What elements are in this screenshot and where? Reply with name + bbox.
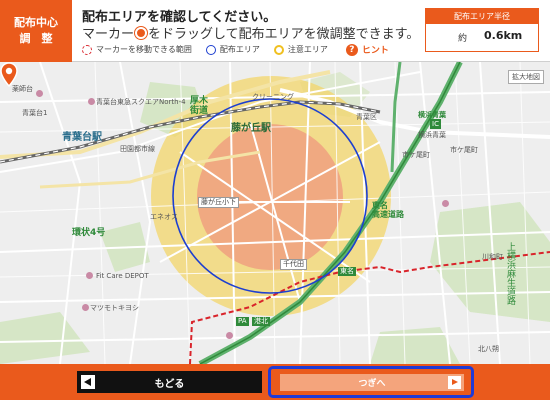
pa-badge: PA: [236, 317, 249, 326]
ic-exit-label: 横浜青葉: [418, 131, 446, 139]
hint-label: ヒント: [361, 46, 389, 56]
header-bar: 配布中心 調 整 配布エリアを確認してください。 マーカー をドラッグして配布エ…: [0, 0, 550, 62]
station-fujigaoka-label: 藤が丘駅: [231, 123, 271, 134]
ichigao-label: 市ケ尾町: [402, 151, 430, 159]
blue-circle-icon: [205, 44, 216, 55]
radius-value: 0.6km: [484, 29, 523, 42]
ic-badge: IC: [430, 119, 441, 129]
arrow-right-icon: [448, 376, 461, 389]
instruction-pre: マーカー: [82, 27, 135, 42]
atsugi-kaido-label: 厚木 街道: [190, 96, 209, 116]
radius-prefix: 約: [458, 34, 468, 44]
fit-care-label: Fit Care DEPOT: [96, 272, 149, 280]
next-button[interactable]: つぎへ: [280, 374, 464, 391]
map-graphics: [0, 62, 550, 364]
marker-pin-icon: [135, 26, 148, 39]
facility-icon: [442, 200, 449, 207]
railway-label: 田園都市線: [120, 145, 155, 153]
map-canvas[interactable]: 青葉台駅 藤が丘駅 厚木 街道 東名 高速道路 環状4号 IC 横浜青葉 横浜青…: [0, 62, 550, 364]
matsumoto-label: マツモトキヨシ: [90, 304, 139, 312]
eneos-label: エネオス: [150, 213, 178, 221]
legend-caution-label: 注意エリア: [287, 45, 328, 54]
instruction-text: マーカー をドラッグして配布エリアを微調整できます。: [82, 23, 419, 42]
cleaning-label: クリーニング: [252, 93, 294, 101]
instruction-post: をドラッグして配布エリアを微調整できます。: [148, 27, 420, 42]
map-legend: マーカーを移動できる範囲 配布エリア 注意エリア ? ヒント: [82, 43, 389, 56]
back-button[interactable]: もどる: [77, 371, 262, 393]
radius-display: 配布エリア半径 約 0.6km: [425, 8, 539, 52]
legend-movable-label: マーカーを移動できる範囲: [96, 45, 192, 54]
yokohama-asahi-road-label: 上横浜麻生道路: [505, 242, 515, 305]
kitahachi-label: 北八朔: [478, 345, 499, 353]
facility-icon: [82, 304, 89, 311]
chiyoda-label: 千代田: [280, 259, 307, 270]
loop4-label: 環状4号: [72, 228, 106, 238]
fujigaoka-shita-label: 藤が丘小下: [198, 197, 239, 208]
center-adjust-tab-line1: 配布中心: [14, 16, 58, 30]
center-marker-pin-icon[interactable]: [0, 62, 18, 88]
next-button-label: つぎへ: [358, 379, 386, 389]
aobadai1-label: 青葉台1: [22, 109, 48, 117]
dashed-red-circle-icon: [82, 44, 92, 55]
next-button-focus-outline: つぎへ: [268, 366, 474, 398]
tomei-badge: 東名: [338, 267, 356, 276]
radius-label: 配布エリア半径: [426, 9, 538, 24]
zoom-map-link[interactable]: 拡大地図: [508, 70, 544, 84]
north-aoba-label: 青葉台東急スクエアNorth-4: [96, 98, 186, 106]
legend-caution: 注意エリア: [273, 44, 328, 55]
kohoku-badge: 港北: [252, 317, 270, 326]
legend-area-label: 配布エリア: [219, 45, 260, 54]
legend-movable: マーカーを移動できる範囲: [82, 44, 192, 55]
ic-name-label: 横浜青葉: [418, 111, 446, 119]
facility-icon: [36, 90, 43, 97]
yellow-circle-icon: [273, 44, 284, 55]
back-button-label: もどる: [154, 378, 185, 390]
footer-bar: もどる つぎへ: [0, 364, 550, 400]
facility-icon: [88, 98, 95, 105]
center-adjust-tab-line2: 調 整: [19, 32, 53, 45]
ichigao-label-2: 市ケ尾町: [450, 146, 478, 154]
aoba-ward-label: 青葉区: [356, 113, 377, 121]
center-adjust-tab[interactable]: 配布中心 調 整: [0, 0, 72, 62]
question-icon: ?: [345, 43, 358, 56]
kawawa-label: 川和町: [482, 253, 503, 261]
station-aobadai-label: 青葉台駅: [62, 132, 102, 143]
facility-icon: [226, 332, 233, 339]
facility-icon: [86, 272, 93, 279]
legend-area: 配布エリア: [205, 44, 260, 55]
tomei-expressway-label: 東名 高速道路: [372, 201, 404, 219]
arrow-left-icon: [81, 375, 95, 389]
hint-link[interactable]: ? ヒント: [345, 43, 389, 56]
